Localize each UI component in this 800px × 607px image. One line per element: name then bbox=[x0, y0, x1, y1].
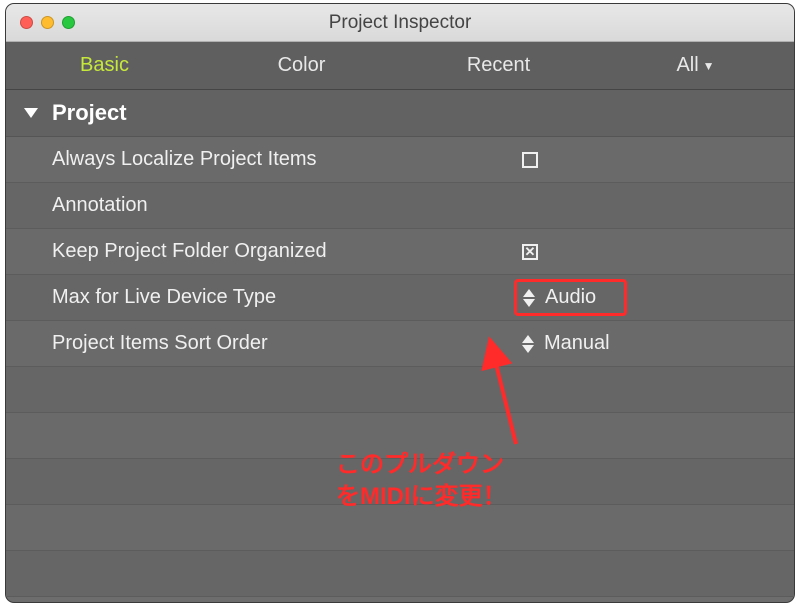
checkbox-keep-organized[interactable] bbox=[522, 244, 538, 260]
titlebar: Project Inspector bbox=[6, 4, 794, 42]
tab-label: Basic bbox=[80, 54, 129, 77]
property-label: Project Items Sort Order bbox=[52, 332, 522, 355]
property-label: Always Localize Project Items bbox=[52, 148, 522, 171]
property-label: Keep Project Folder Organized bbox=[52, 240, 522, 263]
empty-row bbox=[6, 459, 794, 505]
property-label: Annotation bbox=[52, 194, 522, 217]
empty-row bbox=[6, 505, 794, 551]
traffic-lights bbox=[20, 16, 75, 29]
disclosure-triangle-icon bbox=[24, 108, 38, 118]
property-label: Max for Live Device Type bbox=[52, 286, 522, 309]
section-title: Project bbox=[52, 100, 127, 126]
zoom-icon[interactable] bbox=[62, 16, 75, 29]
device-type-value: Audio bbox=[545, 286, 596, 309]
sort-order-value: Manual bbox=[544, 332, 610, 355]
tab-basic[interactable]: Basic bbox=[6, 42, 203, 89]
tab-label: All bbox=[676, 54, 698, 77]
tab-all[interactable]: All ▼ bbox=[597, 42, 794, 89]
row-sort-order: Project Items Sort Order Manual bbox=[6, 321, 794, 367]
tab-label: Color bbox=[278, 54, 326, 77]
tab-recent[interactable]: Recent bbox=[400, 42, 597, 89]
row-keep-organized: Keep Project Folder Organized bbox=[6, 229, 794, 275]
window-title: Project Inspector bbox=[6, 12, 794, 34]
empty-row bbox=[6, 413, 794, 459]
empty-row bbox=[6, 551, 794, 597]
section-header-project[interactable]: Project bbox=[6, 90, 794, 137]
row-device-type: Max for Live Device Type Audio bbox=[6, 275, 794, 321]
device-type-stepper[interactable]: Audio bbox=[514, 279, 627, 316]
tab-bar: Basic Color Recent All ▼ bbox=[6, 42, 794, 90]
empty-row bbox=[6, 367, 794, 413]
tab-color[interactable]: Color bbox=[203, 42, 400, 89]
row-always-localize: Always Localize Project Items bbox=[6, 137, 794, 183]
row-annotation: Annotation bbox=[6, 183, 794, 229]
tab-label: Recent bbox=[467, 54, 530, 77]
sort-order-stepper[interactable]: Manual bbox=[522, 332, 610, 355]
minimize-icon[interactable] bbox=[41, 16, 54, 29]
checkbox-always-localize[interactable] bbox=[522, 152, 538, 168]
chevron-down-icon: ▼ bbox=[703, 59, 715, 73]
stepper-arrows-icon bbox=[522, 335, 534, 353]
close-icon[interactable] bbox=[20, 16, 33, 29]
inspector-window: Project Inspector Basic Color Recent All… bbox=[6, 4, 794, 602]
property-list: Always Localize Project Items Annotation… bbox=[6, 137, 794, 597]
stepper-arrows-icon bbox=[523, 289, 535, 307]
